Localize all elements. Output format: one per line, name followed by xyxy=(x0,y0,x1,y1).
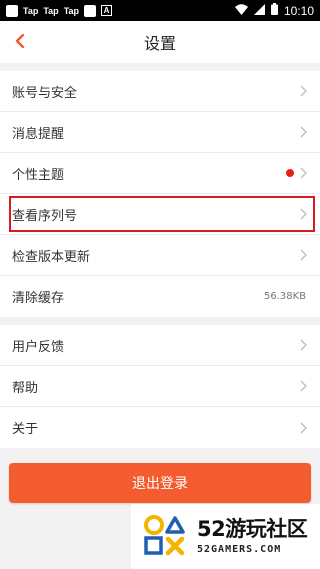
back-icon[interactable] xyxy=(10,31,30,51)
nav-header: 设置 xyxy=(0,21,320,63)
a-icon: A xyxy=(101,5,113,16)
logout-container: 退出登录 xyxy=(0,448,320,503)
chevron-right-icon xyxy=(298,248,308,262)
settings-item-label: 查看序列号 xyxy=(12,208,78,224)
chevron-right-icon xyxy=(298,84,308,98)
status-app-label: Tap xyxy=(23,5,39,16)
settings-group-support: 用户反馈 帮助 关于 xyxy=(0,325,320,448)
settings-group-main: 账号与安全 消息提醒 个性主题 查看序列号 检查版本更新 清除缓存 56.38K… xyxy=(0,71,320,317)
page-title: 设置 xyxy=(143,34,176,53)
settings-item-theme[interactable]: 个性主题 xyxy=(0,153,320,194)
settings-item-label: 个性主题 xyxy=(12,167,65,183)
watermark-url: 52GAMERS.COM xyxy=(197,543,282,555)
watermark-title: 52游玩社区 xyxy=(197,517,308,542)
chevron-right-icon xyxy=(298,207,308,221)
settings-item-about[interactable]: 关于 xyxy=(0,407,320,448)
chevron-right-icon xyxy=(298,166,308,180)
settings-item-label: 清除缓存 xyxy=(12,291,65,306)
watermark: 52游玩社区 52GAMERS.COM xyxy=(131,504,320,569)
settings-item-check-update[interactable]: 检查版本更新 xyxy=(0,235,320,276)
status-app-label: Tap xyxy=(43,5,59,16)
settings-item-help[interactable]: 帮助 xyxy=(0,366,320,407)
status-time: 10:10 xyxy=(283,3,314,18)
logout-button[interactable]: 退出登录 xyxy=(9,463,311,503)
new-badge-dot xyxy=(286,169,294,177)
settings-item-notifications[interactable]: 消息提醒 xyxy=(0,112,320,153)
settings-item-account-security[interactable]: 账号与安全 xyxy=(0,71,320,112)
wifi-icon xyxy=(234,3,248,18)
settings-item-label: 帮助 xyxy=(12,380,39,396)
settings-item-label: 关于 xyxy=(12,422,39,437)
settings-item-label: 用户反馈 xyxy=(12,339,65,355)
signal-icon xyxy=(253,3,265,18)
settings-item-label: 账号与安全 xyxy=(12,85,78,101)
cache-size-value: 56.38KB xyxy=(263,291,306,302)
settings-item-clear-cache[interactable]: 清除缓存 56.38KB xyxy=(0,276,320,317)
settings-item-label: 消息提醒 xyxy=(12,126,65,142)
battery-icon xyxy=(270,3,278,18)
app-icon xyxy=(6,4,18,17)
chevron-right-icon xyxy=(298,338,308,352)
settings-item-serial-number[interactable]: 查看序列号 xyxy=(0,194,320,235)
chevron-right-icon xyxy=(298,125,308,139)
status-bar: Tap Tap Tap A 10:10 xyxy=(0,0,320,21)
settings-item-label: 检查版本更新 xyxy=(12,249,91,265)
status-app-label: Tap xyxy=(63,5,80,16)
chevron-right-icon xyxy=(298,421,308,435)
app-icon xyxy=(84,4,97,17)
site-logo-icon xyxy=(141,511,189,563)
settings-item-feedback[interactable]: 用户反馈 xyxy=(0,325,320,366)
chevron-right-icon xyxy=(298,379,308,393)
